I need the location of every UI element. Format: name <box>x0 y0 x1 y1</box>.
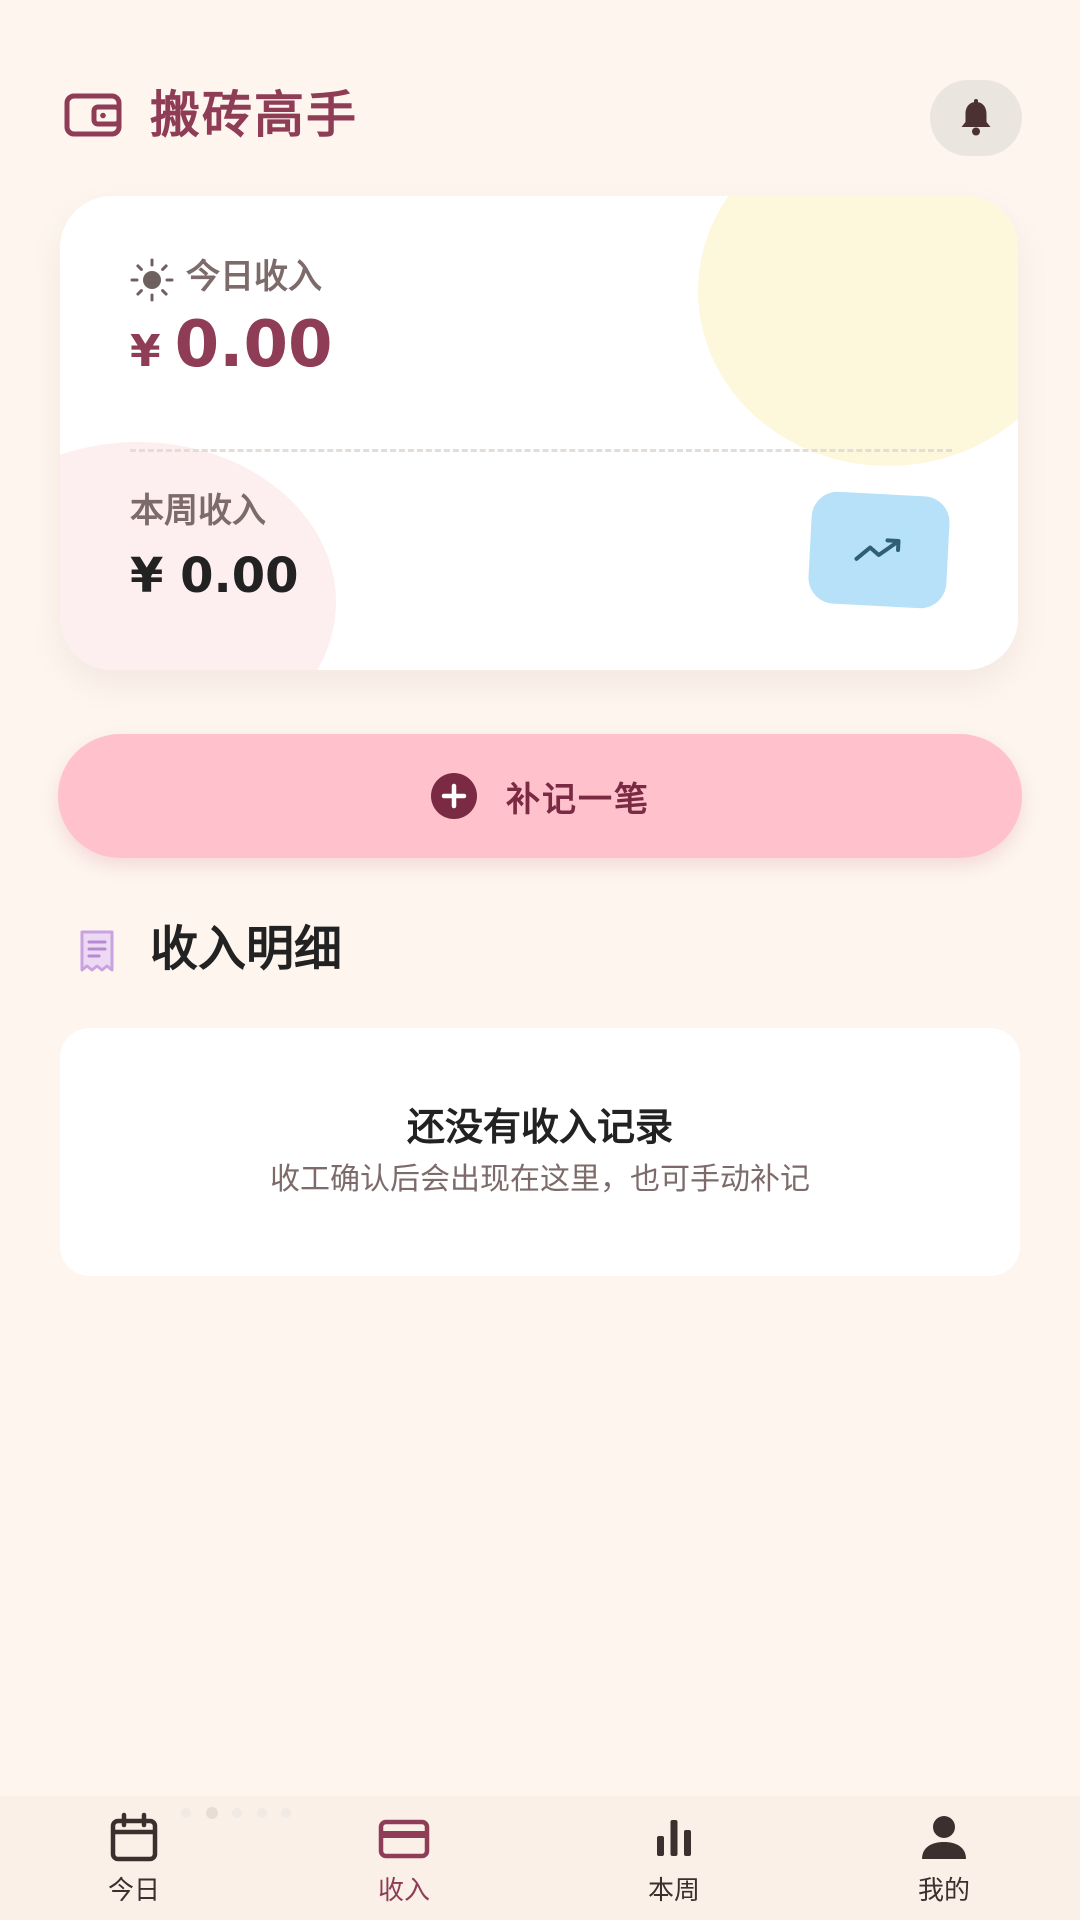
week-income-amount: ¥ 0.00 <box>130 548 299 604</box>
person-icon <box>922 1816 966 1859</box>
nav-label: 我的 <box>917 1876 970 1906</box>
wallet-icon <box>64 93 122 137</box>
decorative-blob <box>698 196 1018 466</box>
notification-button[interactable] <box>930 80 1022 156</box>
trend-button[interactable] <box>807 490 951 610</box>
calendar-icon <box>110 1812 158 1862</box>
today-income-label: 今日收入 <box>186 257 322 297</box>
nav-label: 本周 <box>647 1876 700 1906</box>
page-indicator <box>181 1806 291 1820</box>
empty-state-subtitle: 收工确认后会出现在这里，也可手动补记 <box>270 1162 810 1197</box>
plus-circle-icon <box>431 773 477 819</box>
currency-symbol: ¥ <box>130 326 161 377</box>
today-income-amount: ¥ 0.00 <box>130 308 333 398</box>
add-record-button[interactable]: 补记一笔 <box>58 734 1022 858</box>
nav-label: 收入 <box>377 1876 430 1906</box>
add-record-label: 补记一笔 <box>506 779 650 820</box>
nav-item-week[interactable]: 本周 <box>574 1796 774 1920</box>
week-income-label: 本周收入 <box>130 491 266 531</box>
page-dot <box>181 1808 191 1818</box>
page-dot-active <box>205 1807 218 1819</box>
page-dot <box>281 1808 291 1818</box>
card-icon <box>378 1819 430 1859</box>
bottom-navigation: 今日 收入 本周 我的 <box>0 1796 1080 1920</box>
receipt-icon <box>80 930 114 972</box>
bar-chart-icon <box>657 1820 691 1856</box>
page-dot <box>232 1808 242 1818</box>
trending-up-icon <box>854 538 901 561</box>
empty-state-card: 还没有收入记录 收工确认后会出现在这里，也可手动补记 <box>60 1028 1020 1276</box>
bell-icon <box>961 99 991 136</box>
income-screen: 搬砖高手 今日收入 ¥ 0.00 本周收入 ¥ 0.00 补记一笔 收入明细 还… <box>0 0 1080 1920</box>
income-summary-card: 今日收入 ¥ 0.00 本周收入 ¥ 0.00 <box>60 196 1018 670</box>
sun-icon <box>130 258 174 302</box>
nav-item-income[interactable]: 收入 <box>304 1796 504 1920</box>
empty-state-title: 还没有收入记录 <box>406 1105 673 1149</box>
page-dot <box>256 1808 267 1818</box>
header: 搬砖高手 <box>0 0 1080 200</box>
today-income-value: 0.00 <box>174 308 333 382</box>
nav-label: 今日 <box>107 1876 160 1906</box>
income-details-title: 收入明细 <box>150 921 343 977</box>
divider <box>130 449 952 452</box>
app-title: 搬砖高手 <box>150 86 358 144</box>
nav-item-profile[interactable]: 我的 <box>844 1796 1044 1920</box>
